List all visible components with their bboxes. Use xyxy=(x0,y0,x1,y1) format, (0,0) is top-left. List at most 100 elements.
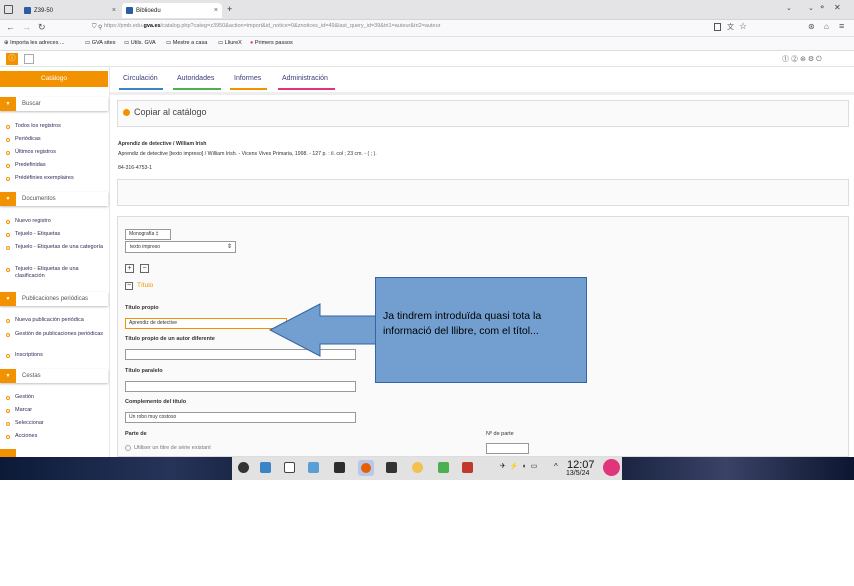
translate-icon[interactable]: 文 xyxy=(727,22,734,32)
bookmark-utils-gva[interactable]: ▭ Utils. GVA xyxy=(124,40,156,46)
system-tray-icon[interactable]: ✈⚡◐▭ xyxy=(500,462,541,470)
reader-view-icon[interactable] xyxy=(714,23,721,31)
doc-format-select[interactable]: texto impreso ⇕ xyxy=(125,241,236,253)
cloud-icon[interactable] xyxy=(238,462,249,473)
bookmark-gva-sites[interactable]: ▭ GVA sites xyxy=(85,40,115,46)
menu-circulacion[interactable]: Circulación xyxy=(123,75,158,82)
page-title: Copiar al catálogo xyxy=(134,107,207,117)
new-tab-button[interactable]: + xyxy=(227,4,232,14)
sidebar-item-gestion-publicaciones[interactable]: Gestión de publicaciones periódicas xyxy=(6,331,106,338)
sidebar-item-predefinies-exemplaires[interactable]: Prédéfinies exemplaires xyxy=(6,175,106,182)
bookmark-label: Mestre a casa xyxy=(172,40,208,46)
bookmark-label: Utils. GVA xyxy=(130,40,156,46)
sidebar-item-marcar[interactable]: Marcar xyxy=(6,407,106,414)
window-icon[interactable] xyxy=(284,462,295,473)
tab-biblioedu[interactable]: Biblioedu × xyxy=(122,3,222,18)
bullet-icon xyxy=(6,138,10,142)
sidebar-item-ultimos-registros[interactable]: Últimos registros xyxy=(6,149,106,156)
forward-arrow-icon[interactable]: → xyxy=(22,22,31,32)
tab-list-chevron-icon[interactable]: ⌄ xyxy=(786,4,792,12)
close-tab-icon[interactable]: × xyxy=(214,7,218,14)
window-menu-icon[interactable] xyxy=(4,5,13,14)
terminal-icon[interactable] xyxy=(334,462,345,473)
sidebar-item-tejuelo-clasificacion[interactable]: Tejuelo - Etiquetas de una clasificación xyxy=(6,266,106,280)
actions-panel xyxy=(117,179,849,206)
callout-arrow xyxy=(268,303,377,357)
presentation-icon[interactable] xyxy=(462,462,473,473)
doc-type-select[interactable]: Monografía ‡ xyxy=(125,229,171,240)
bookmark-primers-passos[interactable]: ● Primers passos xyxy=(250,40,293,46)
bookmark-import[interactable]: ⊕ Importa les adreces ... xyxy=(4,40,65,46)
editor-icon[interactable] xyxy=(438,462,449,473)
sidebar-item-gestion[interactable]: Gestión xyxy=(6,394,106,401)
bookmark-star-icon[interactable]: ☆ xyxy=(739,21,747,32)
info-icon[interactable]: ⓘ xyxy=(6,53,18,65)
serie-radio[interactable] xyxy=(125,445,131,451)
url-bar[interactable]: https://pmb.edu.gva.es/catalog.php?categ… xyxy=(104,23,441,29)
extensions-icon[interactable]: ⊛ xyxy=(808,22,815,31)
part-number-input[interactable] xyxy=(486,443,529,454)
shield-icon[interactable]: ⛉ xyxy=(92,24,97,31)
bookmark-label: GVA sites xyxy=(91,40,116,46)
sidebar-item-seleccionar[interactable]: Seleccionar xyxy=(6,420,106,427)
collapse-all-icon[interactable]: − xyxy=(140,264,149,273)
calculator-icon[interactable] xyxy=(386,462,397,473)
menu-underline xyxy=(230,88,267,90)
item-label: Gestión xyxy=(15,394,34,400)
url-prefix: https://pmb.edu. xyxy=(104,23,144,29)
collapse-section-icon[interactable]: − xyxy=(125,282,133,290)
home-icon[interactable] xyxy=(24,54,34,64)
section-label: Cestas xyxy=(22,373,41,379)
expand-all-icon[interactable]: + xyxy=(125,264,134,273)
lock-icon[interactable]: ⚲ xyxy=(98,24,102,31)
sidebar-item-todos-registros[interactable]: Todos los registros xyxy=(6,123,106,130)
sidebar-item-predefinidas[interactable]: Predefinidas xyxy=(6,162,106,169)
close-tab-icon[interactable]: × xyxy=(112,7,116,14)
user-avatar[interactable] xyxy=(603,459,620,476)
item-label: Todos los registros xyxy=(15,123,61,129)
sidebar-item-acciones[interactable]: Acciones xyxy=(6,433,106,440)
sidebar-item-nueva-publicacion[interactable]: Nueva publicación periódica xyxy=(6,317,106,324)
title-input[interactable]: Aprendiz de detective xyxy=(125,318,287,329)
sidebar-title[interactable]: Catálogo xyxy=(0,71,108,87)
item-label: Tejuelo - Etiquetas de una clasificación xyxy=(15,266,79,279)
tray-expand-icon[interactable]: ^ xyxy=(554,462,558,471)
section-label: Documentos xyxy=(22,196,56,202)
firefox-logo-icon xyxy=(361,463,371,473)
callout-text: Ja tindrem introduïda quasi tota la info… xyxy=(383,310,542,337)
sidebar-section-cestas[interactable]: ▼ Cestas xyxy=(0,369,108,383)
item-label: Nueva publicación periódica xyxy=(15,317,84,323)
files-icon[interactable] xyxy=(260,462,271,473)
sidebar-item-tejuelo-etiquetas[interactable]: Tejuelo - Etiquetas xyxy=(6,231,106,238)
bookmark-mestre-a-casa[interactable]: ▭ Mestre a casa xyxy=(166,40,207,46)
sidebar-item-tejuelo-categoria[interactable]: Tejuelo - Etiquetas de una categoría xyxy=(6,244,106,251)
reload-icon[interactable]: ↻ xyxy=(38,22,46,33)
sidebar-item-periodicas[interactable]: Periódicas xyxy=(6,136,106,143)
minimize-icon[interactable]: ⌄ xyxy=(808,4,814,12)
close-window-icon[interactable]: ✕ xyxy=(834,3,841,12)
home-icon[interactable]: ⌂ xyxy=(824,22,829,31)
app-menu-icon[interactable]: ≡ xyxy=(839,21,844,31)
header-actions-icon[interactable]: ⓵⓶⊛⚙⏻ xyxy=(782,54,824,64)
sidebar-section-buscar[interactable]: ▼ Buscar xyxy=(0,97,108,111)
back-arrow-icon[interactable]: ← xyxy=(6,22,15,32)
menu-informes[interactable]: Informes xyxy=(234,75,261,82)
item-label: Inscriptions xyxy=(15,352,43,358)
sidebar-section-documentos[interactable]: ▼ Documentos xyxy=(0,192,108,206)
sidebar-item-inscriptions[interactable]: Inscriptions xyxy=(6,352,106,359)
sidebar-more-chevron-icon[interactable] xyxy=(0,449,16,457)
settings-icon[interactable] xyxy=(412,462,423,473)
tab-z3950[interactable]: Z39-50 × xyxy=(20,3,120,18)
bookmark-lliurex[interactable]: ▭ LliureX xyxy=(218,40,242,46)
bullet-icon xyxy=(6,354,10,358)
menu-autoridades[interactable]: Autoridades xyxy=(177,75,214,82)
menu-administracion[interactable]: Administración xyxy=(282,75,328,82)
maximize-icon[interactable]: ⋄ xyxy=(820,3,824,11)
sidebar-section-publicaciones[interactable]: ▼ Publicaciones periódicas xyxy=(0,292,108,306)
clock-date[interactable]: 13/5/24 xyxy=(566,470,589,477)
sidebar-item-nuevo-registro[interactable]: Nuevo registro xyxy=(6,218,106,225)
bullet-icon xyxy=(6,268,10,272)
parallel-title-input[interactable] xyxy=(125,381,356,392)
folder-icon[interactable] xyxy=(308,462,319,473)
title-complement-input[interactable]: Un robo muy costoso xyxy=(125,412,356,423)
